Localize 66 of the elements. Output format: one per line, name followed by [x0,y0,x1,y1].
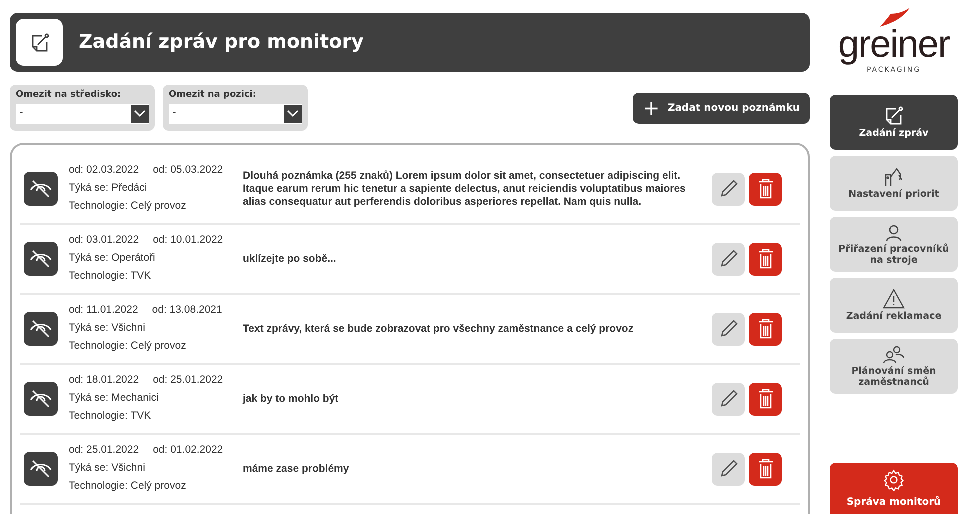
trash-icon [756,178,774,200]
chevron-icon [131,104,149,122]
technology-text: Technologie: Celý provoz [69,478,188,494]
hidden-eye-icon[interactable] [24,382,58,416]
delete-button[interactable] [749,312,782,346]
person-icon [885,224,903,242]
message-text: uklízejte po sobě... [243,252,338,266]
audience-text: Týká se: Mechanici [69,391,160,406]
edit-button[interactable] [712,172,745,206]
filter-label: Omezit na pozici: [169,89,258,102]
hidden-eye-icon[interactable] [24,172,58,206]
sidebar-nav-button[interactable]: Plánování směn zaměstnanců [830,339,958,394]
edit-button[interactable] [712,312,745,346]
page-title: Zadání zpráv pro monitory [79,30,364,56]
sidebar-nav-button[interactable]: Nastavení priorit [830,156,958,211]
audience-text: Týká se: Operátoři [69,251,156,266]
note-icon [884,106,904,126]
settings-icon [883,469,905,491]
audience-text: Týká se: Všichni [69,461,146,476]
technology-text: Technologie: Celý provoz [69,338,188,354]
delete-button[interactable] [749,242,782,276]
monitor-settings-button[interactable]: Správa monitorů [830,463,958,514]
hidden-eye-icon[interactable] [24,452,58,486]
trash-icon [756,318,774,340]
start-date: od: 02.03.2022 [69,163,140,178]
technology-text: Technologie: TVK [69,268,152,284]
start-date: od: 03.01.2022 [69,233,140,248]
trash-icon [756,248,774,270]
hidden-eye-icon[interactable] [24,242,58,276]
start-date: od: 25.01.2022 [69,443,140,458]
trash-icon [756,458,774,480]
technology-text: Technologie: TVK [69,408,152,424]
delete-button[interactable] [749,452,782,486]
sidebar-nav-button[interactable]: Zadání zpráv [830,95,958,150]
hidden-eye-icon[interactable] [24,312,58,346]
technology-text: Technologie: Celý provoz [69,198,188,214]
filter-dropdown[interactable]: - [16,104,149,124]
message-text: Dlouhá poznámka (255 znaků) Lorem ipsum dolor sit amet, consectetuer adipiscing elit. Itaque earum rerum hic tenetur a sapiente delectus, anut reiciendis voluptatibus maiores alias consequatur aut perferendis doloribus asperiores repellat. Nam quis nulla. [243,170,687,208]
edit-button[interactable] [712,242,745,276]
people-icon [883,346,905,364]
end-date: od: 10.01.2022 [153,233,224,248]
start-date: od: 11.01.2022 [69,303,138,318]
add-note-button[interactable]: + Zadat novou poznámku [633,92,810,124]
start-date: od: 18.01.2022 [69,373,140,388]
robot-arm-icon [883,167,905,187]
trash-icon [756,388,774,410]
end-date: od: 01.02.2022 [153,443,224,458]
sidebar-nav-button[interactable]: Zadání reklamace [830,278,958,333]
chevron-icon [284,104,302,122]
audience-text: Týká se: Všichni [69,321,146,336]
filter-label: Omezit na středisko: [16,89,122,102]
audience-text: Týká se: Předáci [69,181,148,196]
end-date: od: 05.03.2022 [153,163,224,178]
end-date: od: 25.01.2022 [153,373,224,388]
message-text: máme zase problémy [243,462,350,476]
warning-icon [883,289,905,309]
delete-button[interactable] [749,172,782,206]
filter-dropdown[interactable]: - [169,104,302,124]
note-icon [30,32,50,52]
edit-button[interactable] [712,382,745,416]
sidebar-nav-button[interactable]: Přiřazení pracovníků na stroje [830,217,958,272]
end-date: od: 13.08.2021 [152,303,222,318]
message-text: Text zprávy, která se bude zobrazovat pro všechny zaměstnance a celý provoz [243,322,635,336]
delete-button[interactable] [749,382,782,416]
message-text: jak by to mohlo být [243,392,340,406]
edit-button[interactable] [712,452,745,486]
